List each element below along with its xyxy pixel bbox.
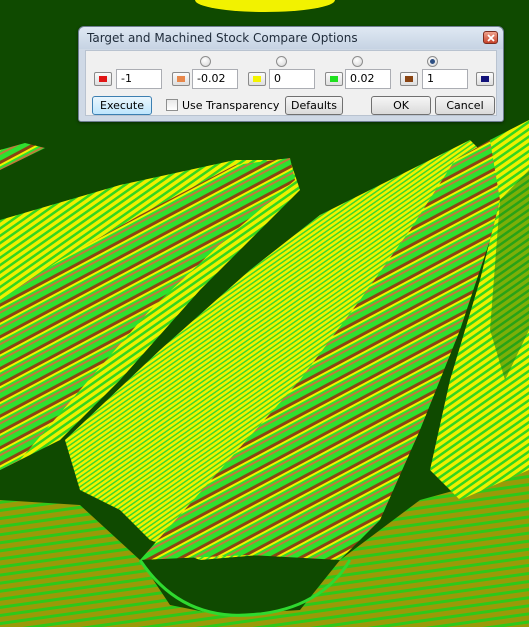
ok-button[interactable]: OK	[371, 96, 431, 115]
threshold-field[interactable]: 0	[269, 69, 315, 89]
dialog-titlebar[interactable]: Target and Machined Stock Compare Option…	[79, 27, 503, 49]
swatch-color	[405, 76, 413, 82]
threshold-radio[interactable]	[200, 56, 211, 67]
swatch-color	[481, 76, 489, 82]
use-transparency-checkbox[interactable]	[166, 99, 178, 111]
threshold-radio[interactable]	[276, 56, 287, 67]
threshold-field[interactable]: -1	[116, 69, 162, 89]
compare-options-dialog: Target and Machined Stock Compare Option…	[78, 26, 504, 122]
close-x-icon	[487, 34, 495, 42]
color-swatch-brown[interactable]	[400, 72, 418, 86]
color-swatch-red[interactable]	[94, 72, 112, 86]
swatch-color	[99, 76, 107, 82]
cancel-button[interactable]: Cancel	[435, 96, 495, 115]
threshold-radio[interactable]	[352, 56, 363, 67]
color-swatch-orange[interactable]	[172, 72, 190, 86]
dialog-title: Target and Machined Stock Compare Option…	[87, 31, 358, 45]
color-swatch-navy[interactable]	[476, 72, 494, 86]
execute-button[interactable]: Execute	[92, 96, 152, 115]
dialog-client-area: -1 -0.02 0 0.02 1 Execute Use Transparen…	[85, 50, 497, 116]
defaults-button[interactable]: Defaults	[285, 96, 343, 115]
use-transparency-label: Use Transparency	[182, 99, 280, 112]
color-swatch-yellow[interactable]	[248, 72, 266, 86]
swatch-color	[330, 76, 338, 82]
threshold-field[interactable]: 1	[422, 69, 468, 89]
swatch-color	[177, 76, 185, 82]
threshold-field[interactable]: 0.02	[345, 69, 391, 89]
color-swatch-green[interactable]	[325, 72, 343, 86]
threshold-radio-selected[interactable]	[427, 56, 438, 67]
threshold-field[interactable]: -0.02	[192, 69, 238, 89]
swatch-color	[253, 76, 261, 82]
close-button[interactable]	[483, 31, 498, 44]
